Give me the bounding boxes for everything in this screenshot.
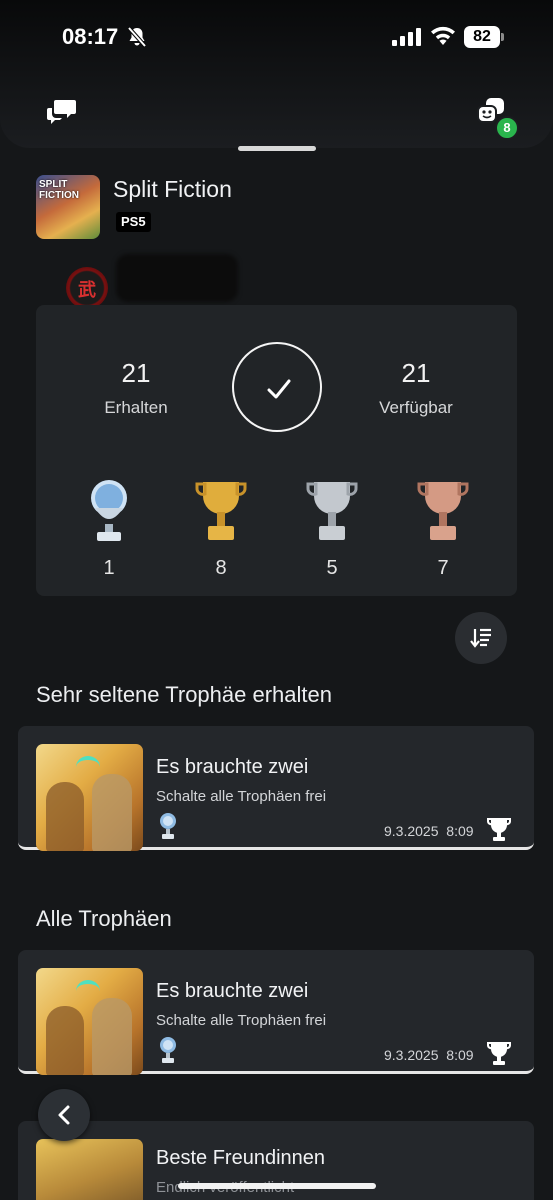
top-header: 08:17 82 8 — [0, 0, 553, 148]
user-avatar[interactable]: 武 — [66, 267, 108, 309]
trophy-time-value: 8:09 — [446, 1047, 474, 1063]
trophy-date-value: 9.3.2025 — [384, 823, 439, 839]
platform-badge: PS5 — [116, 212, 151, 232]
available-count: 21 — [401, 358, 431, 388]
back-button[interactable] — [38, 1089, 90, 1141]
battery-indicator: 82 — [464, 26, 504, 48]
trophy-earned-date: 9.3.2025 8:09 — [384, 1047, 474, 1063]
status-bar: 08:17 82 — [0, 22, 553, 52]
trophy-name: Beste Freundinnen — [156, 1147, 326, 1169]
trophy-time-value: 8:09 — [446, 823, 474, 839]
bronze-count: 7 — [437, 557, 449, 579]
artwork-figure-right — [92, 774, 132, 851]
party-count-badge: 8 — [495, 116, 519, 140]
trophy-earned-icon — [486, 816, 512, 847]
chevron-left-icon — [58, 1105, 70, 1125]
sort-icon — [470, 628, 491, 648]
battery-tip — [501, 33, 504, 41]
trophy-description: Schalte alle Trophäen frei — [156, 788, 327, 805]
trophy-date-value: 9.3.2025 — [384, 1047, 439, 1063]
platinum-trophy-icon — [81, 476, 137, 546]
artwork-spark — [76, 756, 100, 778]
bell-muted-icon — [126, 26, 148, 53]
available-label: Verfügbar — [379, 398, 453, 417]
trophy-earned-icon — [486, 1040, 512, 1071]
artwork-figure-right — [92, 998, 132, 1075]
platinum-trophy-icon — [158, 812, 178, 845]
checkmark-icon — [267, 379, 291, 399]
gold-count: 8 — [215, 557, 227, 579]
game-cover-image: SPLIT FICTION — [36, 175, 100, 239]
artwork-figure-left — [46, 782, 84, 851]
sheet-grabber-handle[interactable] — [238, 146, 316, 151]
platinum-count: 1 — [103, 557, 115, 579]
chat-bubbles-icon[interactable] — [46, 98, 78, 131]
avatar-emblem: 武 — [78, 280, 96, 300]
trophy-artwork — [36, 968, 143, 1075]
artwork-figure-left — [46, 1006, 84, 1075]
earned-count: 21 — [121, 358, 151, 388]
status-time: 08:17 — [62, 24, 119, 49]
wifi-icon — [430, 26, 456, 51]
all-trophies-section-title: Alle Trophäen — [36, 906, 172, 931]
platinum-trophy-icon — [158, 1036, 178, 1069]
trophy-list-item[interactable]: Es brauchte zwei Schalte alle Trophäen f… — [18, 950, 534, 1075]
rare-trophy-card[interactable]: Es brauchte zwei Schalte alle Trophäen f… — [18, 726, 534, 851]
trophy-artwork — [36, 744, 143, 851]
trophy-name: Es brauchte zwei — [156, 980, 309, 1002]
earned-label: Erhalten — [104, 398, 168, 417]
silver-count: 5 — [326, 557, 338, 579]
trophy-earned-date: 9.3.2025 8:09 — [384, 823, 474, 839]
rare-trophy-section-title: Sehr seltene Trophäe erhalten — [36, 682, 332, 707]
game-cover-logo: SPLIT FICTION — [39, 179, 79, 201]
battery-level: 82 — [473, 28, 491, 45]
silver-trophy-icon — [304, 476, 360, 546]
redacted-username — [116, 254, 238, 302]
gold-trophy-icon — [193, 476, 249, 546]
sort-button[interactable] — [455, 612, 507, 664]
artwork-spark — [76, 980, 100, 1002]
trophy-artwork — [36, 1139, 143, 1200]
trophy-name: Es brauchte zwei — [156, 756, 309, 778]
completion-check — [232, 342, 322, 432]
bronze-trophy-icon — [415, 476, 471, 546]
trophy-description: Schalte alle Trophäen frei — [156, 1012, 327, 1029]
game-title: Split Fiction — [113, 176, 232, 202]
cellular-signal-icon — [392, 28, 422, 51]
home-indicator[interactable] — [178, 1183, 376, 1189]
